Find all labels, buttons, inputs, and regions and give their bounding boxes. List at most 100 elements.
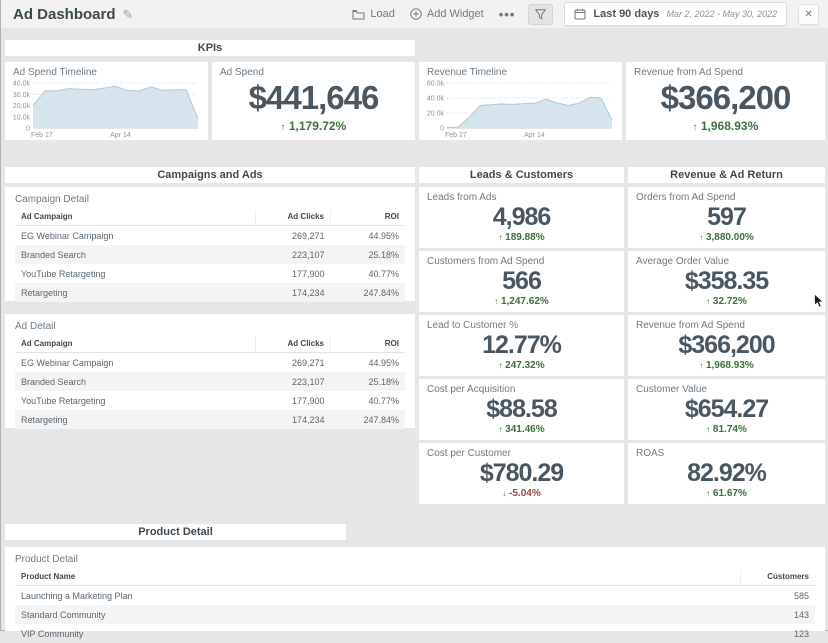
column-header-ad-campaign[interactable]: Ad Campaign [15,210,256,226]
metric-tile-ad-spend[interactable]: Ad Spend$441,646↑ 1,179.72% [212,62,415,140]
table-cell: 40.77% [331,391,406,410]
metric-label: Customers from Ad Spend [427,256,616,267]
table-cell: 223,107 [256,372,331,391]
metric-delta: ↑ 3,880.00% [636,232,817,243]
column-header-ad-clicks[interactable]: Ad Clicks [256,210,331,226]
table-cell: 174,234 [256,410,331,429]
table-cell: 177,900 [256,264,331,283]
metric-value: 12.77% [427,332,616,358]
table-row: Branded Search223,10725.18% [15,245,405,264]
ad-spend-timeline-card[interactable]: Ad Spend Timeline 010.0k20.0k30.0k40.0kF… [5,62,208,140]
metric-delta: ↑ 61.67% [636,488,817,499]
table-cell: 269,271 [256,226,331,246]
table-cell: EG Webinar Campaign [15,226,256,246]
metric-tile-roas[interactable]: ROAS82.92%↑ 61.67% [628,443,825,504]
ad-dashboard-page: Ad Dashboard ✎ Load Add Widget ••• [0,0,828,631]
down-arrow-icon: ↓ [502,489,506,498]
table-cell: 25.18% [331,372,406,391]
table-cell: 44.95% [331,353,406,373]
revenue-timeline-card[interactable]: Revenue Timeline 020.0k40.0k60.0kFeb 27A… [419,62,622,140]
close-date-filter-button[interactable]: ✕ [798,4,819,25]
ad-spend-timeline-chart[interactable]: 010.0k20.0k30.0k40.0kFeb 27Apr 14 [7,78,204,139]
metric-label: Revenue from Ad Spend [634,67,817,78]
metric-value: $441,646 [220,81,407,116]
chart-title: Revenue Timeline [427,67,507,78]
metric-tile-cost-per-customer[interactable]: Cost per Customer$780.29 ↓ -5.04% [419,443,624,504]
table-title: Ad Detail [15,321,405,332]
up-arrow-icon: ↑ [281,122,286,133]
table-cell: Retargeting [15,283,256,302]
plus-circle-icon [410,8,422,20]
metric-tile-cost-per-acquisition[interactable]: Cost per Acquisition$88.58↑ 341.46% [419,379,624,440]
edit-title-pencil-icon[interactable]: ✎ [123,8,134,21]
svg-text:0: 0 [26,126,30,133]
campaign-detail-card[interactable]: Campaign Detail Ad CampaignAd ClicksROIE… [5,187,415,301]
svg-text:Feb 27: Feb 27 [31,132,53,139]
data-table-product-detail: Product NameCustomersLaunching a Marketi… [15,570,815,643]
area-chart-svg: 020.0k40.0k60.0kFeb 27Apr 14 [421,78,618,139]
metric-tile-customers-from-ad-spend[interactable]: Customers from Ad Spend566↑ 1,247.62% [419,251,624,312]
table-cell: 247.84% [331,410,406,429]
table-row: YouTube Retargeting177,90040.77% [15,264,405,283]
load-label: Load [370,8,394,20]
table-row: Standard Community143 [15,605,815,624]
metric-tile-revenue-from-ad-spend[interactable]: Revenue from Ad Spend$366,200↑ 1,968.93% [628,315,825,376]
metric-label: Cost per Customer [427,448,616,459]
column-header-product-name[interactable]: Product Name [15,570,741,586]
more-menu-button[interactable]: ••• [497,7,518,22]
metric-tile-orders-from-ad-spend[interactable]: Orders from Ad Spend597↑ 3,880.00% [628,187,825,248]
date-range-picker[interactable]: Last 90 days Mar 2, 2022 - May 30, 2022 [564,2,787,26]
up-arrow-icon: ↑ [699,233,703,242]
table-cell: EG Webinar Campaign [15,353,256,373]
up-arrow-icon: ↑ [494,297,498,306]
table-cell: 585 [741,586,816,606]
column-header-ad-campaign[interactable]: Ad Campaign [15,337,256,353]
section-header-campaigns-and-ads: Campaigns and Ads [5,167,415,183]
load-button[interactable]: Load [350,6,396,22]
metric-value: $366,200 [636,332,817,358]
table-cell: 247.84% [331,283,406,302]
metric-label: Leads from Ads [427,192,616,203]
date-preset-label: Last 90 days [593,8,659,20]
metric-delta: ↑ 189.88% [427,232,616,243]
table-cell: 177,900 [256,391,331,410]
filter-button[interactable] [528,4,553,25]
column-header-roi[interactable]: ROI [331,337,406,353]
column-header-roi[interactable]: ROI [331,210,406,226]
table-cell: Standard Community [15,605,741,624]
topbar-controls: Load Add Widget ••• [350,2,819,26]
section-header-leads-customers: Leads & Customers [419,167,624,183]
ad-detail-card[interactable]: Ad Detail Ad CampaignAd ClicksROI EG Webi… [5,314,415,428]
svg-text:40.0k: 40.0k [427,96,445,103]
metric-label: Lead to Customer % [427,320,616,331]
metric-tile-leads-from-ads[interactable]: Leads from Ads4,986↑ 189.88% [419,187,624,248]
revenue-timeline-chart[interactable]: 020.0k40.0k60.0kFeb 27Apr 14 [421,78,618,139]
revenue-return-tile-column: Orders from Ad Spend597↑ 3,880.00%Averag… [628,187,825,504]
table-cell: Launching a Marketing Plan [15,586,741,606]
column-header-ad-clicks[interactable]: Ad Clicks [256,337,331,353]
metric-label: Orders from Ad Spend [636,192,817,203]
metric-value: $780.29 [427,460,616,486]
metric-delta: ↓ -5.04% [427,488,616,499]
up-arrow-icon: ↑ [699,361,703,370]
metric-tile-revenue-from-ad-spend[interactable]: Revenue from Ad Spend$366,200↑ 1,968.93% [626,62,825,140]
metric-delta: ↑ 1,179.72% [220,119,407,133]
svg-text:60.0k: 60.0k [427,81,445,88]
metric-delta: ↑ 247.32% [427,360,616,371]
table-row: Retargeting174,234247.84% [15,410,405,429]
chart-title: Ad Spend Timeline [13,67,97,78]
section-header-product-detail: Product Detail [5,524,346,540]
metric-tile-lead-to-customer[interactable]: Lead to Customer %12.77% ↑ 247.32% [419,315,624,376]
metric-tile-average-order-value[interactable]: Average Order Value$358.35↑ 32.72% [628,251,825,312]
metric-value: $88.58 [427,396,616,422]
close-icon: ✕ [804,9,812,20]
column-header-customers[interactable]: Customers [741,570,816,586]
table-row: EG Webinar Campaign269,27144.95% [15,226,405,246]
product-detail-card[interactable]: Product Detail Product NameCustomersLaun… [5,547,825,631]
add-widget-button[interactable]: Add Widget [408,6,486,22]
up-arrow-icon: ↑ [706,425,710,434]
metric-delta: ↑ 1,968.93% [634,119,817,133]
table-row: Retargeting174,234247.84% [15,283,405,302]
table-cell: 123 [741,624,816,643]
metric-tile-customer-value[interactable]: Customer Value$654.27↑ 81.74% [628,379,825,440]
